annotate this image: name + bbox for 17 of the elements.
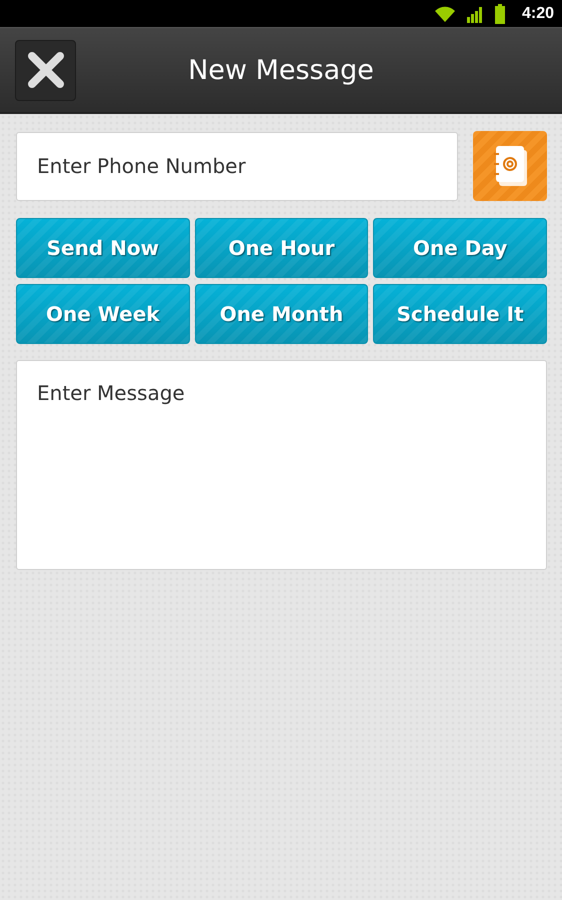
phone-number-field[interactable]: Enter Phone Number (16, 132, 458, 200)
schedule-button[interactable]: Schedule It (373, 284, 547, 344)
message-field[interactable]: Enter Message (16, 360, 547, 570)
address-book-icon (491, 144, 529, 188)
schedule-button[interactable]: One Week (16, 284, 190, 344)
battery-icon (494, 4, 506, 24)
address-book-button[interactable] (473, 131, 547, 201)
close-button[interactable] (15, 40, 76, 100)
close-icon (28, 52, 64, 88)
schedule-button[interactable]: Send Now (16, 218, 190, 278)
window-title: New Message (188, 54, 374, 86)
wifi-icon (434, 4, 456, 22)
signal-icon (466, 4, 484, 22)
schedule-button[interactable]: One Hour (194, 218, 368, 278)
status-time: 4:20 (522, 4, 554, 22)
schedule-button[interactable]: One Day (373, 218, 547, 278)
schedule-button[interactable]: One Month (194, 284, 368, 344)
